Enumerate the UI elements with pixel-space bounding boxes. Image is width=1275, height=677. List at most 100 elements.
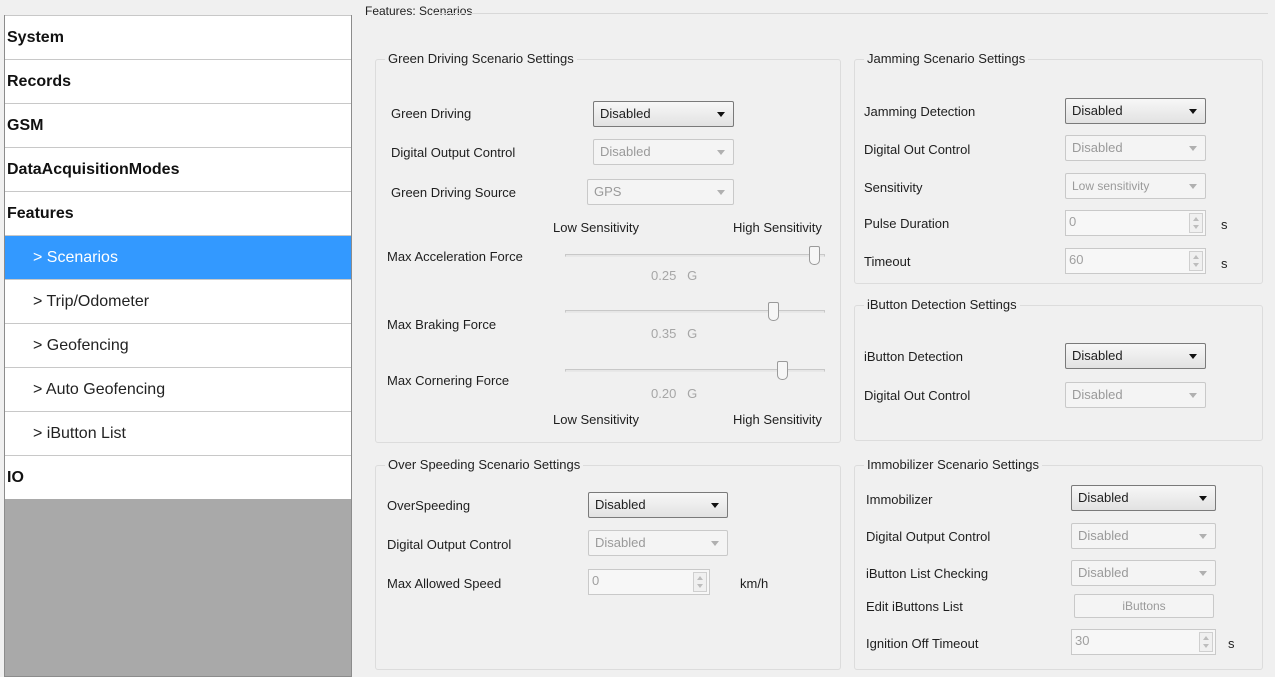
overspeed-digital-output-control-dropdown[interactable]: Disabled — [588, 530, 728, 556]
ignition-off-timeout-unit: s — [1228, 636, 1235, 651]
value-number: 0.35 — [651, 326, 677, 341]
sidebar-item-label: > Geofencing — [33, 336, 129, 354]
sidebar-item-auto-geofencing[interactable]: > Auto Geofencing — [5, 367, 351, 411]
max-braking-value: 0.35 G — [651, 326, 697, 341]
value-unit: G — [687, 268, 698, 283]
sidebar-item-scenarios[interactable]: > Scenarios — [5, 235, 351, 279]
max-allowed-speed-spinner[interactable]: 0 — [588, 569, 710, 595]
dropdown-value: GPS — [594, 184, 622, 199]
green-driving-source-label: Green Driving Source — [391, 185, 516, 200]
ibutton-list-checking-dropdown[interactable]: Disabled — [1071, 560, 1216, 586]
dropdown-value: Disabled — [1072, 103, 1123, 118]
sidebar-item-data-acquisition-modes[interactable]: DataAcquisitionModes — [5, 147, 351, 191]
dropdown-value: Disabled — [595, 497, 646, 512]
max-cornering-force-label: Max Cornering Force — [387, 373, 510, 388]
title-divider — [432, 13, 1268, 14]
sidebar-item-label: GSM — [7, 116, 44, 134]
ibutton-list-checking-label: iButton List Checking — [866, 566, 989, 581]
spinner-value: 0 — [592, 573, 600, 588]
immobilizer-label: Immobilizer — [866, 492, 933, 507]
dropdown-value: Disabled — [595, 535, 646, 550]
sidebar-item-gsm[interactable]: GSM — [5, 103, 351, 147]
pulse-duration-unit: s — [1221, 217, 1228, 232]
chevron-down-icon — [1199, 534, 1207, 539]
immobilizer-digital-output-control-label: Digital Output Control — [866, 529, 991, 544]
chevron-down-icon — [711, 541, 719, 546]
dropdown-value: Disabled — [600, 106, 651, 121]
sensitivity-label: Sensitivity — [864, 180, 923, 195]
ignition-off-timeout-label: Ignition Off Timeout — [866, 636, 979, 651]
chevron-down-icon — [1199, 496, 1207, 501]
group-title: Green Driving Scenario Settings — [385, 51, 577, 66]
chevron-down-icon — [711, 503, 719, 508]
sidebar-item-features[interactable]: Features — [5, 191, 351, 235]
sidebar-item-label: > Scenarios — [33, 248, 118, 266]
max-acceleration-slider-thumb[interactable] — [809, 246, 820, 265]
sensitivity-dropdown[interactable]: Low sensitivity — [1065, 173, 1206, 199]
dropdown-value: Disabled — [1072, 348, 1123, 363]
chevron-down-icon — [1189, 109, 1197, 114]
value-number: 0.20 — [651, 386, 677, 401]
digital-output-control-label: Digital Output Control — [391, 145, 516, 160]
sidebar-item-label: Features — [7, 204, 74, 222]
timeout-unit: s — [1221, 256, 1228, 271]
sidebar-item-label: IO — [7, 468, 24, 486]
sidebar-item-geofencing[interactable]: > Geofencing — [5, 323, 351, 367]
jamming-detection-dropdown[interactable]: Disabled — [1065, 98, 1206, 124]
low-sensitivity-label: Low Sensitivity — [553, 412, 639, 427]
sidebar-item-label: Records — [7, 72, 72, 90]
ibutton-detection-dropdown[interactable]: Disabled — [1065, 343, 1206, 369]
high-sensitivity-label: High Sensitivity — [733, 220, 822, 235]
ibutton-detection-label: iButton Detection — [864, 349, 964, 364]
green-driving-dropdown[interactable]: Disabled — [593, 101, 734, 127]
chevron-down-icon — [717, 190, 725, 195]
green-driving-source-dropdown[interactable]: GPS — [587, 179, 734, 205]
max-cornering-value: 0.20 G — [651, 386, 697, 401]
digital-out-control-dropdown[interactable]: Disabled — [1065, 135, 1206, 161]
spinner-value: 60 — [1069, 252, 1084, 267]
value-unit: G — [687, 386, 698, 401]
ibuttons-button[interactable]: iButtons — [1074, 594, 1214, 618]
sidebar-item-records[interactable]: Records — [5, 59, 351, 103]
chevron-down-icon — [1189, 354, 1197, 359]
max-braking-slider-track — [565, 310, 825, 313]
digital-out-control-label: Digital Out Control — [864, 142, 971, 157]
immobilizer-digital-output-control-dropdown[interactable]: Disabled — [1071, 523, 1216, 549]
pulse-duration-spinner[interactable]: 0 — [1065, 210, 1206, 236]
group-title: iButton Detection Settings — [864, 297, 1020, 312]
dropdown-value: Disabled — [1078, 490, 1129, 505]
digital-output-control-dropdown[interactable]: Disabled — [593, 139, 734, 165]
high-sensitivity-label: High Sensitivity — [733, 412, 822, 427]
overspeeding-label: OverSpeeding — [387, 498, 471, 513]
spinner-arrows-icon[interactable] — [1189, 213, 1203, 233]
sidebar-item-system[interactable]: System — [5, 15, 351, 59]
spinner-arrows-icon[interactable] — [1199, 632, 1213, 652]
sidebar-item-trip-odometer[interactable]: > Trip/Odometer — [5, 279, 351, 323]
spinner-arrows-icon[interactable] — [693, 572, 707, 592]
sidebar-item-io[interactable]: IO — [5, 455, 351, 499]
jamming-detection-label: Jamming Detection — [864, 104, 976, 119]
group-title: Jamming Scenario Settings — [864, 51, 1029, 66]
sidebar-item-label: > Auto Geofencing — [33, 380, 166, 398]
overspeeding-dropdown[interactable]: Disabled — [588, 492, 728, 518]
timeout-spinner[interactable]: 60 — [1065, 248, 1206, 274]
spinner-arrows-icon[interactable] — [1189, 251, 1203, 271]
chevron-down-icon — [1189, 184, 1197, 189]
chevron-down-icon — [1189, 146, 1197, 151]
immobilizer-dropdown[interactable]: Disabled — [1071, 485, 1216, 511]
sidebar-nav: System Records GSM DataAcquisitionModes … — [4, 15, 352, 677]
sidebar-item-ibutton-list[interactable]: > iButton List — [5, 411, 351, 455]
max-braking-slider-thumb[interactable] — [767, 302, 779, 321]
page-title: Features: Scenarios — [365, 4, 473, 18]
dropdown-value: Disabled — [1078, 565, 1129, 580]
ibutton-digital-out-control-dropdown[interactable]: Disabled — [1065, 382, 1206, 408]
group-title: Over Speeding Scenario Settings — [385, 457, 584, 472]
chevron-down-icon — [1189, 393, 1197, 398]
ignition-off-timeout-spinner[interactable]: 30 — [1071, 629, 1216, 655]
max-allowed-speed-unit: km/h — [740, 576, 769, 591]
value-number: 0.25 — [651, 268, 677, 283]
max-braking-force-label: Max Braking Force — [387, 317, 497, 332]
max-cornering-slider-thumb[interactable] — [777, 361, 789, 380]
chevron-down-icon — [717, 150, 725, 155]
sidebar-item-label: System — [7, 28, 64, 46]
